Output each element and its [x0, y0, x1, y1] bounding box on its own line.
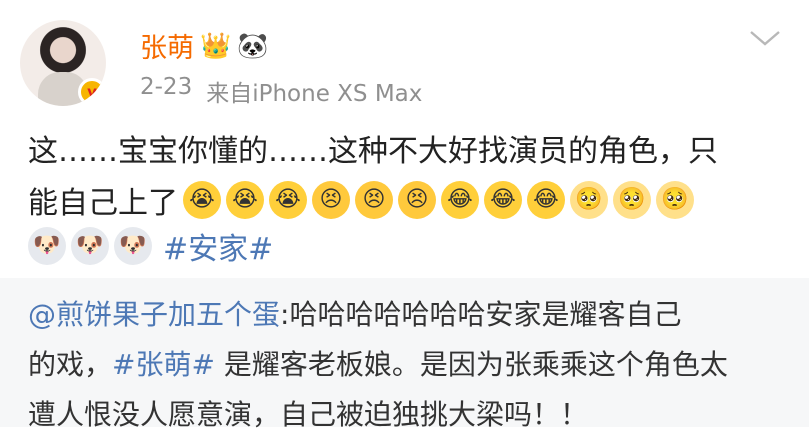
post-text: 这……宝宝你懂的……这种不大好找演员的角色，只	[28, 128, 788, 176]
repost-line-1: @煎饼果子加五个蛋:哈哈哈哈哈哈哈安家是耀客自己	[28, 290, 788, 340]
post-text-line-2: 能自己上了 😭 😭 😭 😣 😣 😣 😂 😂 😂 🥺 🥺 🥺	[28, 178, 694, 222]
post-meta: 2-23 来自iPhone XS Max	[140, 74, 422, 108]
repost-text: @煎饼果子加五个蛋:哈哈哈哈哈哈哈安家是耀客自己 的戏，#张萌# 是耀客老板娘。…	[28, 290, 788, 440]
avatar[interactable]: v	[20, 20, 106, 106]
sad-face-icon: 😣	[355, 181, 393, 219]
repost-line-2-text: 是耀客老板娘。是因为张乘乘这个角色太	[214, 348, 728, 381]
sad-face-icon: 😣	[312, 181, 350, 219]
hashtag-link[interactable]: #安家#	[163, 224, 273, 268]
cry-face-icon: 😭	[226, 181, 264, 219]
cry-face-icon: 😭	[269, 181, 307, 219]
post-text-line-3: 🐶 🐶 🐶 #安家#	[28, 224, 273, 268]
pity-face-icon: 🥺	[656, 181, 694, 219]
pity-face-icon: 🥺	[613, 181, 651, 219]
husky-dog-icon: 🐶	[28, 227, 66, 265]
verified-badge-icon: v	[78, 78, 106, 106]
laugh-cry-icon: 😂	[441, 181, 479, 219]
repost-line-3: 遭人恨没人愿意演，自己被迫独挑大梁吗！！	[28, 398, 589, 431]
author-name[interactable]: 张萌	[140, 26, 194, 65]
cry-face-icon: 😭	[183, 181, 221, 219]
weibo-post: v 张萌 👑 🐼 2-23 来自iPhone XS Max 这……宝宝你懂的………	[0, 0, 809, 431]
post-text-line-1: 这……宝宝你懂的……这种不大好找演员的角色，只	[28, 134, 718, 169]
repost-mention-link[interactable]: @煎饼果子加五个蛋	[28, 298, 280, 331]
repost-line-2-pre: 的戏，	[28, 348, 113, 381]
repost-line-1-text: :哈哈哈哈哈哈哈安家是耀客自己	[280, 298, 682, 331]
laugh-cry-icon: 😂	[484, 181, 522, 219]
post-source: 来自iPhone XS Max	[206, 81, 423, 107]
pity-face-icon: 🥺	[570, 181, 608, 219]
husky-dog-icon: 🐶	[71, 227, 109, 265]
laugh-cry-icon: 😂	[527, 181, 565, 219]
repost-box: @煎饼果子加五个蛋:哈哈哈哈哈哈哈安家是耀客自己 的戏，#张萌# 是耀客老板娘。…	[0, 278, 809, 431]
post-date[interactable]: 2-23	[140, 74, 192, 108]
repost-line-2: 的戏，#张萌# 是耀客老板娘。是因为张乘乘这个角色太	[28, 340, 788, 390]
post-text-line-2-text: 能自己上了	[28, 186, 178, 221]
repost-hashtag-link[interactable]: #张萌#	[112, 348, 215, 381]
panda-icon: 🐼	[237, 31, 269, 60]
author-row: 张萌 👑 🐼	[140, 26, 268, 65]
crown-icon: 👑	[200, 31, 232, 60]
husky-dog-icon: 🐶	[114, 227, 152, 265]
sad-face-icon: 😣	[398, 181, 436, 219]
chevron-down-icon[interactable]	[748, 28, 782, 48]
